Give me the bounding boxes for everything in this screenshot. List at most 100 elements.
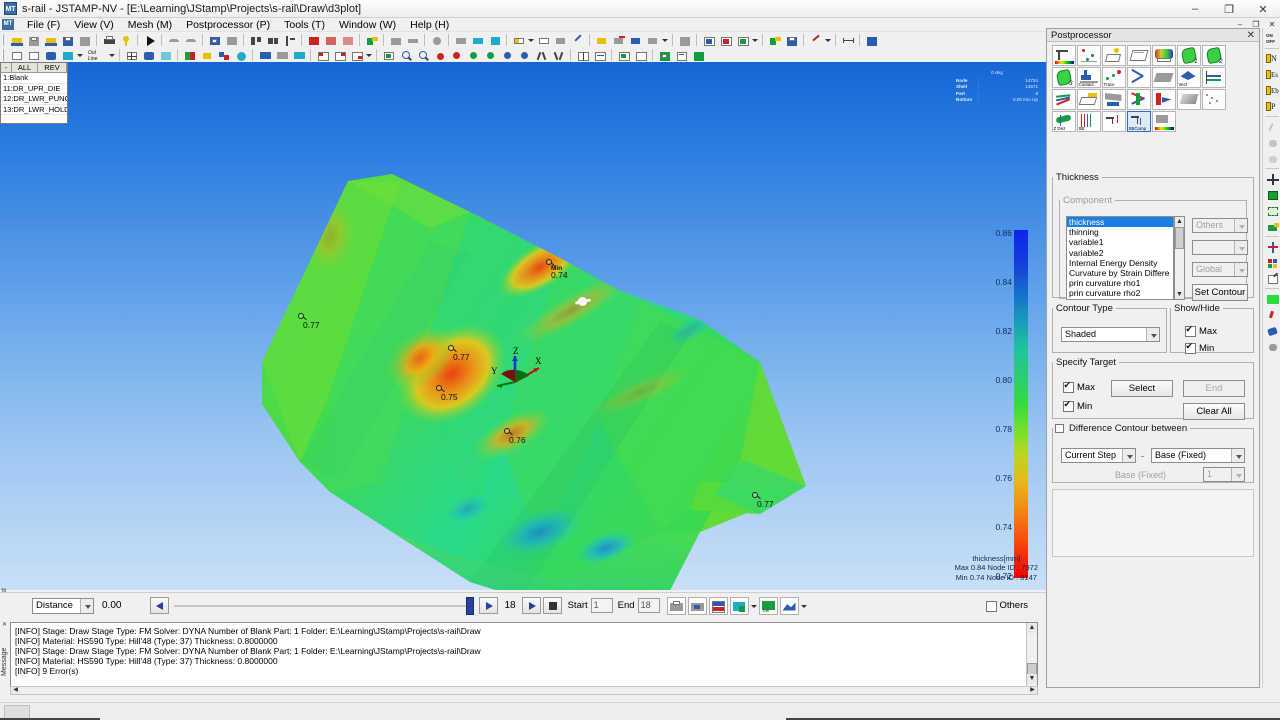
vtb-camera-icon[interactable] [1264,219,1280,234]
pp-blank-1-button[interactable]: 1 [1177,45,1201,66]
difference-contour-checkbox[interactable] [1055,424,1064,433]
component-item-variable2[interactable]: variable2 [1067,248,1173,258]
toolbar-grip-2[interactable] [2,49,6,61]
mesh-grid-icon[interactable] [124,48,139,62]
rotate-view-icon[interactable] [233,48,248,62]
view-window-1-icon[interactable] [701,33,716,47]
stage-red-3-icon[interactable] [340,33,355,47]
fit-view-icon[interactable] [864,33,879,47]
vtb-pick-node-icon[interactable] [1264,119,1280,134]
animation-mode-combo[interactable]: Distance [32,598,94,614]
show-hide-min-checkbox[interactable]: Min [1185,343,1214,354]
view-window-dropdown[interactable] [751,33,759,47]
cut-section-icon[interactable] [808,33,823,47]
set-contour-button[interactable]: Set Contour [1192,284,1248,301]
vtb-pick-element-icon[interactable] [1264,135,1280,150]
component-item-prin-curvature-rho2[interactable]: prin curvature rho2 [1067,288,1173,298]
component-list[interactable]: thickness thinning variable1 variable2 I… [1066,216,1174,300]
model-viewport[interactable]: 0 deg Node : 14734 Shell : 14571 Part : … [0,62,1046,590]
message-vertical-scrollbar[interactable]: ▲ ▼ [1026,623,1037,694]
anim-view-restore-button[interactable] [780,597,799,615]
menu-window[interactable]: Window (W) [332,18,403,32]
anim-capture-image-button[interactable] [667,597,686,615]
toolbar-grip[interactable] [2,34,6,46]
view-origin-icon[interactable] [432,48,447,62]
stage-red-2-icon[interactable] [323,33,338,47]
contour-lines-icon[interactable] [199,48,214,62]
pp-curve-plot-button[interactable] [1202,67,1226,88]
part-tree-row[interactable]: 1:Blank [1,73,67,84]
view-plus-z-icon[interactable] [517,48,532,62]
part-tree-row[interactable]: 12:DR_LWR_PUNCH [1,94,67,105]
mesh-tool-icon[interactable] [453,33,468,47]
render-mode-dropdown[interactable] [76,48,84,62]
view-plus-y-icon[interactable] [483,48,498,62]
vtb-edit-icon[interactable] [1264,271,1280,286]
contour-type-combo[interactable]: Shaded [1061,327,1160,342]
component-list-scrollbar[interactable]: ▲ ▼ [1174,216,1185,300]
select-button[interactable]: Select [1111,380,1173,397]
scroll-up-icon[interactable]: ▲ [1175,217,1184,226]
menu-postprocessor[interactable]: Postprocessor (P) [179,18,277,32]
component-item-prin-curvature-rho1[interactable]: prin curvature rho1 [1067,278,1173,288]
part-list-icon[interactable] [645,33,660,47]
pp-unfold-button[interactable] [1077,89,1101,110]
pp-section-view-button[interactable] [1127,45,1151,66]
difference-base-combo[interactable]: 1 [1203,467,1245,482]
zoom-in-icon[interactable] [398,48,413,62]
monitor-view-2-icon[interactable] [274,48,289,62]
scroll-down-icon[interactable]: ▼ [1175,290,1184,299]
minimize-button[interactable]: – [1178,0,1212,18]
menu-mesh[interactable]: Mesh (M) [121,18,179,32]
specify-target-min-checkbox[interactable]: Min [1063,401,1092,412]
vtb-measure-icon[interactable] [1264,239,1280,254]
stage-red-1-icon[interactable] [306,33,321,47]
vtb-part-label-icon[interactable]: P [1264,99,1280,114]
redo-icon[interactable] [183,33,198,47]
pp-sb-step-button[interactable] [1102,111,1126,132]
undo-icon[interactable] [166,33,181,47]
outline-mode-icon[interactable]: OutLine [85,48,107,62]
pp-blank-holder-button[interactable] [1102,89,1126,110]
vtb-element-beam-label-icon[interactable]: Eb [1264,83,1280,98]
component-item-curvature-by-geometry[interactable]: Curvature by Geometry [1067,299,1173,300]
zoom-out-icon[interactable] [415,48,430,62]
blank-tool-dropdown[interactable] [527,33,535,47]
pp-dots-button[interactable] [1202,89,1226,110]
vtb-color-icon[interactable] [1264,255,1280,270]
vtb-add-cross-icon[interactable] [1264,171,1280,186]
align-icon[interactable] [248,33,263,47]
chart-icon[interactable] [691,48,706,62]
new-project-icon[interactable] [9,33,24,47]
open-stage-icon[interactable] [43,33,58,47]
save-stage-icon[interactable] [60,33,75,47]
animation-slider-track[interactable] [174,605,474,607]
check-model-alt-icon[interactable] [224,33,239,47]
end-frame-input[interactable]: 18 [638,598,660,613]
vtb-red-mark-icon[interactable] [1264,307,1280,322]
anim-dw-export-button[interactable]: DW [759,597,778,615]
message-log[interactable]: [INFO] Stage: Draw Stage Type: FM Solver… [10,622,1038,694]
close-button[interactable]: ✕ [1246,0,1280,18]
vtb-select-region-icon[interactable] [1264,203,1280,218]
pp-color-map-button[interactable] [1152,111,1176,132]
component-item-curvature-by-strain-difference[interactable]: Curvature by Strain Differe [1067,268,1173,278]
component-item-thickness[interactable]: thickness [1067,217,1173,227]
clear-all-button[interactable]: Clear All [1183,403,1245,420]
pp-sbcomp-button[interactable]: SBComp [1127,111,1151,132]
shaded-edges-icon[interactable] [60,48,75,62]
viewport-layout-3-icon[interactable] [349,48,364,62]
postprocessor-open-icon[interactable] [767,33,782,47]
pp-draw-in-button[interactable] [1152,67,1176,88]
difference-left-combo[interactable]: Current Step [1061,448,1136,463]
zoom-window-icon[interactable] [381,48,396,62]
contour-colors-icon[interactable] [182,48,197,62]
pp-blank-2-button[interactable]: 2 [1202,45,1226,66]
pp-contact-button[interactable]: Contact [1077,67,1101,88]
report-icon[interactable] [674,48,689,62]
menu-tools[interactable]: Tools (T) [277,18,332,32]
vtb-eraser-icon[interactable] [1264,339,1280,354]
scroll-up-icon[interactable]: ▲ [1027,623,1037,633]
message-tab-close-icon[interactable]: ✕ [2,621,7,628]
outline-dropdown[interactable] [108,48,116,62]
